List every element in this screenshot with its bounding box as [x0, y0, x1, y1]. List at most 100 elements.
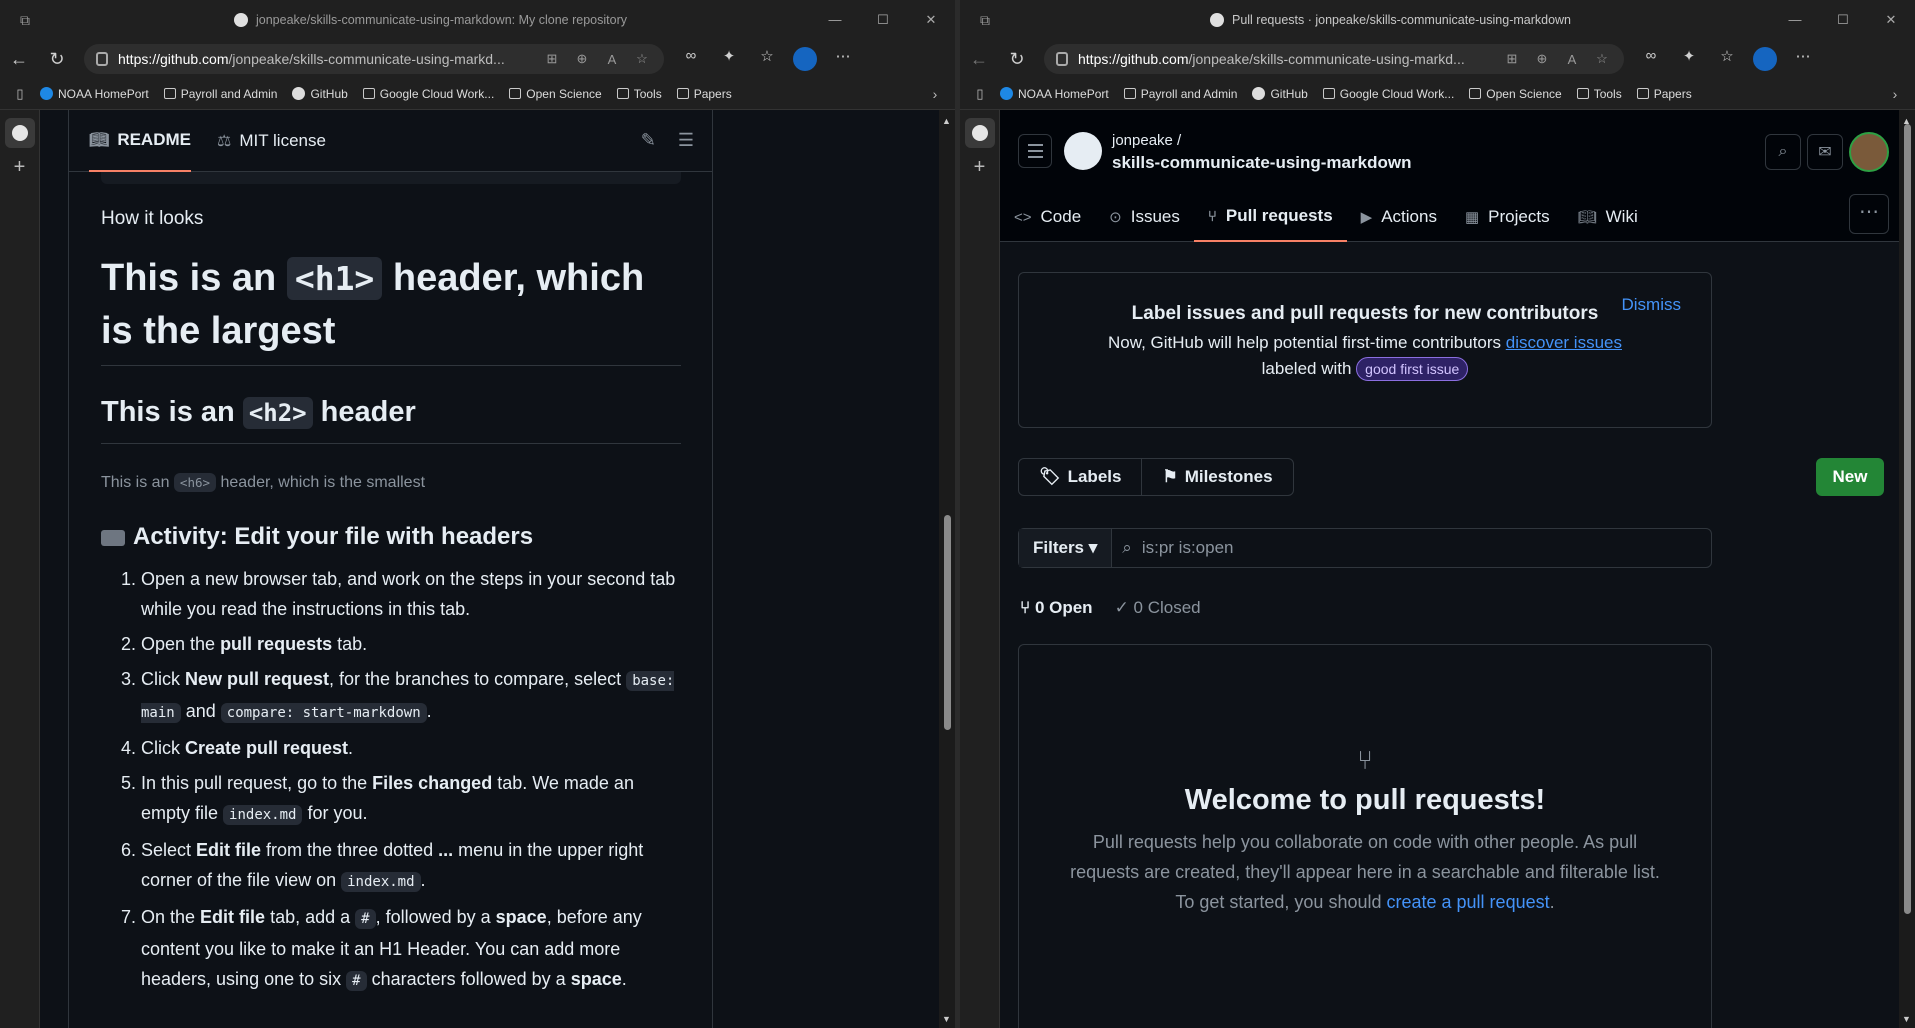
read-aloud-icon[interactable]: A — [602, 52, 622, 67]
more-menu-icon[interactable]: ⋯ — [826, 47, 860, 71]
right-scrollbar[interactable]: ▲ ▼ — [1899, 110, 1915, 1028]
pencil-icon[interactable]: ✎ — [641, 130, 656, 151]
back-icon[interactable]: ← — [960, 49, 998, 70]
create-pr-link[interactable]: create a pull request — [1387, 892, 1550, 912]
chevron-right-icon[interactable]: › — [915, 86, 955, 102]
favorite-star-icon[interactable]: ☆ — [632, 51, 652, 67]
discover-issues-link[interactable]: discover issues — [1506, 333, 1622, 352]
tab-wiki[interactable]: 📖︎ Wiki — [1564, 192, 1652, 242]
repo-header: jonpeake / skills-communicate-using-mark… — [1000, 110, 1899, 242]
fav-tools[interactable]: Tools — [1576, 87, 1622, 101]
close-icon[interactable]: ✕ — [907, 12, 955, 28]
fav-noaa[interactable]: NOAA HomePort — [1000, 87, 1109, 101]
github-logo-icon[interactable] — [1064, 132, 1102, 170]
extension-icon[interactable]: ∞ — [674, 47, 708, 71]
new-tab-plus-icon[interactable]: + — [960, 156, 999, 179]
url-host: https://github.com — [1078, 51, 1189, 67]
maximize-icon[interactable]: ☐ — [859, 12, 907, 28]
repo-owner[interactable]: jonpeake / — [1112, 132, 1181, 149]
github-tab[interactable] — [5, 118, 35, 148]
favorites-bar: ▯ NOAA HomePort Payroll and Admin GitHub… — [960, 78, 1915, 110]
window-title: jonpeake/skills-communicate-using-markdo… — [256, 13, 627, 27]
tab-license[interactable]: ⚖ MIT license — [217, 110, 326, 172]
app-available-icon[interactable]: ⊞ — [542, 51, 562, 67]
menu-icon[interactable] — [1018, 134, 1052, 168]
welcome-text: Pull requests help you collaborate on co… — [1070, 832, 1660, 912]
sidebar-toggle-icon[interactable]: ▯ — [960, 86, 1000, 102]
url-field[interactable]: https://github.com/jonpeake/skills-commu… — [1044, 44, 1624, 74]
tab-issues[interactable]: ⊙ Issues — [1095, 192, 1194, 242]
tab-readme[interactable]: 📖︎ README — [89, 110, 191, 172]
avatar[interactable] — [1849, 132, 1889, 172]
profile-icon[interactable] — [1753, 47, 1777, 71]
close-icon[interactable]: ✕ — [1867, 12, 1915, 28]
extensions-puzzle-icon[interactable]: ✦ — [712, 47, 746, 71]
sidebar-toggle-icon[interactable]: ▯ — [0, 86, 40, 102]
tab-code[interactable]: <> Code — [1000, 192, 1095, 242]
outline-list-icon[interactable]: ☰ — [678, 130, 694, 151]
search-input[interactable]: ⌕ is:pr is:open — [1112, 538, 1711, 558]
repo-name[interactable]: skills-communicate-using-markdown — [1112, 153, 1411, 173]
folder-icon — [1469, 88, 1482, 99]
fav-open-science[interactable]: Open Science — [1469, 87, 1562, 101]
extension-icon[interactable]: ∞ — [1634, 47, 1668, 71]
readme-box: 📖︎ README ⚖ MIT license ✎ ☰ How it looks Th… — [68, 110, 713, 1028]
milestones-button[interactable]: ⚑ Milestones — [1141, 459, 1292, 495]
closed-count[interactable]: ✓ 0 Closed — [1115, 598, 1201, 618]
fav-github[interactable]: GitHub — [1252, 87, 1308, 101]
refresh-icon[interactable]: ↻ — [998, 49, 1036, 70]
minimize-icon[interactable]: — — [1771, 12, 1819, 28]
github-tab[interactable] — [965, 118, 995, 148]
more-tabs-icon[interactable]: ⋯ — [1849, 194, 1889, 234]
fav-tools[interactable]: Tools — [616, 87, 662, 101]
back-icon[interactable]: ← — [0, 49, 38, 70]
fav-papers[interactable]: Papers — [676, 87, 732, 101]
favorite-star-icon[interactable]: ☆ — [1592, 51, 1612, 67]
new-pull-request-button[interactable]: New — [1816, 458, 1884, 496]
github-icon — [1252, 87, 1266, 100]
fav-payroll[interactable]: Payroll and Admin — [1123, 87, 1237, 101]
tab-projects[interactable]: ▦ Projects — [1451, 192, 1564, 242]
minimize-icon[interactable]: — — [811, 12, 859, 28]
dismiss-button[interactable]: Dismiss — [1622, 295, 1682, 315]
favorites-icon[interactable]: ☆ — [750, 47, 784, 71]
new-tab-plus-icon[interactable]: + — [0, 156, 39, 179]
chevron-right-icon[interactable]: › — [1875, 86, 1915, 102]
read-aloud-icon[interactable]: A — [1562, 52, 1582, 67]
url-field[interactable]: https://github.com/jonpeake/skills-commu… — [84, 44, 664, 74]
maximize-icon[interactable]: ☐ — [1819, 12, 1867, 28]
left-scrollbar[interactable]: ▲ ▼ — [939, 110, 955, 1028]
app-available-icon[interactable]: ⊞ — [1502, 51, 1522, 67]
book-icon: 📖︎ — [1577, 209, 1597, 226]
scroll-thumb[interactable] — [1904, 124, 1911, 914]
profile-icon[interactable] — [793, 47, 817, 71]
more-menu-icon[interactable]: ⋯ — [1786, 47, 1820, 71]
extensions-puzzle-icon[interactable]: ✦ — [1672, 47, 1706, 71]
fav-noaa[interactable]: NOAA HomePort — [40, 87, 149, 101]
refresh-icon[interactable]: ↻ — [38, 49, 76, 70]
fav-open-science[interactable]: Open Science — [509, 87, 602, 101]
url-path: /jonpeake/skills-communicate-using-markd… — [228, 51, 505, 67]
fav-google-cloud[interactable]: Google Cloud Work... — [362, 87, 494, 101]
page-icon — [1322, 88, 1335, 99]
zoom-icon[interactable]: ⊕ — [1532, 51, 1552, 67]
labels-milestones: 🏷︎ Labels ⚑ Milestones — [1018, 458, 1294, 496]
tab-actions[interactable]: ▶ Actions — [1347, 192, 1451, 242]
workspaces-icon[interactable]: ⧉ — [960, 12, 1010, 29]
fav-payroll[interactable]: Payroll and Admin — [163, 87, 277, 101]
labels-button[interactable]: 🏷︎ Labels — [1019, 459, 1141, 495]
tab-pull-requests[interactable]: ⑂ Pull requests — [1193, 192, 1347, 242]
workspaces-icon[interactable]: ⧉ — [0, 12, 50, 29]
fav-google-cloud[interactable]: Google Cloud Work... — [1322, 87, 1454, 101]
zoom-icon[interactable]: ⊕ — [572, 51, 592, 67]
table-icon: ▦ — [1464, 209, 1480, 226]
filters-dropdown[interactable]: Filters ▾ — [1019, 529, 1113, 567]
fav-github[interactable]: GitHub — [292, 87, 348, 101]
favorites-icon[interactable]: ☆ — [1710, 47, 1744, 71]
inbox-icon[interactable]: ✉ — [1807, 134, 1843, 170]
open-count[interactable]: ⑂ 0 Open — [1020, 598, 1093, 618]
empty-state: ⑂ Welcome to pull requests! Pull request… — [1018, 644, 1712, 1028]
search-icon[interactable]: ⌕ — [1765, 134, 1801, 170]
scroll-thumb[interactable] — [944, 515, 951, 730]
fav-papers[interactable]: Papers — [1636, 87, 1692, 101]
